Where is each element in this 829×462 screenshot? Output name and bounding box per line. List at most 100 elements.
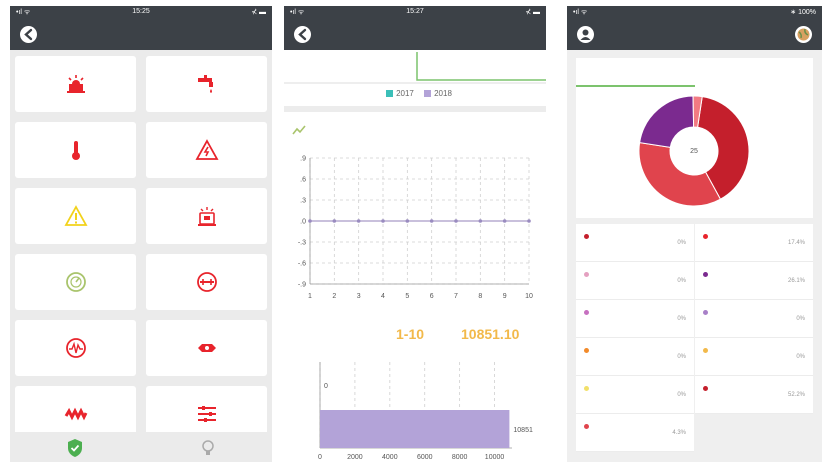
back-button[interactable]: [20, 26, 37, 43]
status-bar: •ıl ᯤ ∗ 100%: [567, 6, 822, 18]
tile-high-voltage[interactable]: [146, 122, 267, 178]
legend-percent: 0%: [796, 316, 805, 322]
bar-chart: 0 2000 4000 6000 8000 10000 0 10851: [318, 362, 533, 461]
legend-dot: [584, 272, 589, 277]
status-bar: •ıl ᯤ 15:27 ⊀ ▬: [284, 6, 546, 18]
heater-coil-icon: [64, 407, 87, 421]
legend-cell: 0%: [576, 262, 694, 300]
legend-cell: 0%: [695, 300, 813, 338]
screen-device-overview: •ıl ᯤ 15:25 ⊀ ▬: [10, 6, 272, 462]
legend-cell: 0%: [695, 338, 813, 376]
nav-bar: [567, 18, 822, 50]
tile-warning[interactable]: [15, 188, 136, 244]
signal-indicator: •ıl ᯤ: [573, 9, 588, 16]
legend-percent: 0%: [677, 392, 686, 398]
legend-percent: 0%: [677, 316, 686, 322]
legend-dot: [703, 272, 708, 277]
stat-value: 10851.10: [461, 326, 520, 342]
status-bar: •ıl ᯤ 15:25 ⊀ ▬: [10, 6, 272, 18]
siren-icon: [66, 75, 85, 93]
tab-security[interactable]: [65, 438, 85, 458]
tile-gauge[interactable]: [15, 254, 136, 310]
back-arrow-icon: [24, 28, 33, 41]
stat-range: 1-10: [396, 326, 425, 342]
nav-bar: [284, 18, 546, 50]
gauge-icon: [65, 272, 86, 292]
donut-slice: [639, 95, 695, 148]
y-tick-label: .6: [300, 177, 306, 184]
settings-sliders-icon: [197, 406, 216, 422]
x-tick-label: 4: [381, 293, 385, 300]
status-time: 15:27: [406, 8, 424, 15]
x-tick-label: 8: [478, 293, 482, 300]
series-point: [454, 219, 458, 223]
warning-triangle-icon: [63, 205, 88, 226]
tab-ideas[interactable]: [198, 438, 218, 458]
legend-label-2017: 2017: [396, 89, 414, 98]
legend-cell: 4.3%: [576, 414, 694, 452]
shield-check-icon: [68, 439, 82, 457]
legend-dot: [703, 234, 708, 239]
legend-cell: 17.4%: [695, 224, 813, 262]
waveform-icon: [65, 338, 86, 358]
profile-button[interactable]: [577, 26, 594, 43]
legend-dot: [584, 310, 589, 315]
legend-percent: 17.4%: [787, 240, 805, 246]
pipe-icon: [196, 272, 217, 292]
series-point: [502, 219, 507, 223]
legend-dot: [703, 310, 708, 315]
x-tick-label: 7: [454, 293, 458, 300]
legend-dot: [584, 424, 589, 429]
legend-dot: [584, 348, 589, 353]
series-point: [429, 219, 434, 223]
legend-dot: [703, 348, 708, 353]
series-point: [308, 219, 312, 223]
legend-swatch-2017: [386, 90, 394, 97]
tile-temperature[interactable]: [15, 122, 136, 178]
tile-siren[interactable]: [15, 56, 136, 112]
legend-percent: 52.2%: [787, 392, 805, 398]
status-time: 15:25: [132, 8, 150, 15]
legend-dot: [703, 386, 708, 391]
legend-cell: 0%: [576, 224, 694, 262]
trend-chart-icon: [292, 125, 306, 135]
tile-alarm-device[interactable]: [146, 188, 267, 244]
x-tick-label: 8000: [452, 454, 468, 461]
legend-cell: 0%: [576, 338, 694, 376]
legend-cell: 0%: [576, 300, 694, 338]
top-chart-step-line: [416, 52, 546, 81]
tile-water-tap[interactable]: [146, 56, 267, 112]
series-point: [381, 219, 385, 223]
line-chart: .9 .6 .3 .0 -.3 -.6 -.91 2 3 4 5 6 7 8 9 10: [298, 156, 533, 301]
battery-indicator: ∗ 100%: [790, 9, 816, 16]
legend-percent: 4.3%: [672, 430, 686, 436]
tile-waveform[interactable]: [15, 320, 136, 376]
sensor-icon: [197, 344, 216, 352]
battery-indicator: ⊀ ▬: [525, 9, 540, 16]
y-tick-label: -.3: [298, 240, 306, 247]
y-tick-label: .9: [300, 156, 306, 163]
water-tap-icon: [197, 75, 213, 93]
thermometer-icon: [71, 141, 80, 160]
back-button[interactable]: [294, 26, 311, 43]
globe-icon: [797, 28, 810, 41]
globe-button[interactable]: [795, 26, 812, 43]
series-point: [356, 219, 361, 223]
legend-cell: 0%: [576, 376, 694, 414]
legend-swatch-2018: [424, 90, 432, 97]
battery-indicator: ⊀ ▬: [251, 9, 266, 16]
lightbulb-icon: [202, 440, 214, 455]
y-tick-label: -.9: [298, 282, 306, 289]
donut-chart: 25: [638, 95, 750, 207]
series-point: [527, 219, 531, 223]
bar-value-label: 10851: [513, 427, 533, 434]
donut-card: 25: [576, 58, 813, 218]
legend-dot: [584, 386, 589, 391]
tile-pipe[interactable]: [146, 254, 267, 310]
legend-percent: 0%: [796, 354, 805, 360]
user-icon: [580, 29, 591, 40]
legend-percent: 26.1%: [787, 278, 805, 284]
legend-percent: 0%: [677, 278, 686, 284]
tile-sensor[interactable]: [146, 320, 267, 376]
legend-dot: [584, 234, 589, 239]
